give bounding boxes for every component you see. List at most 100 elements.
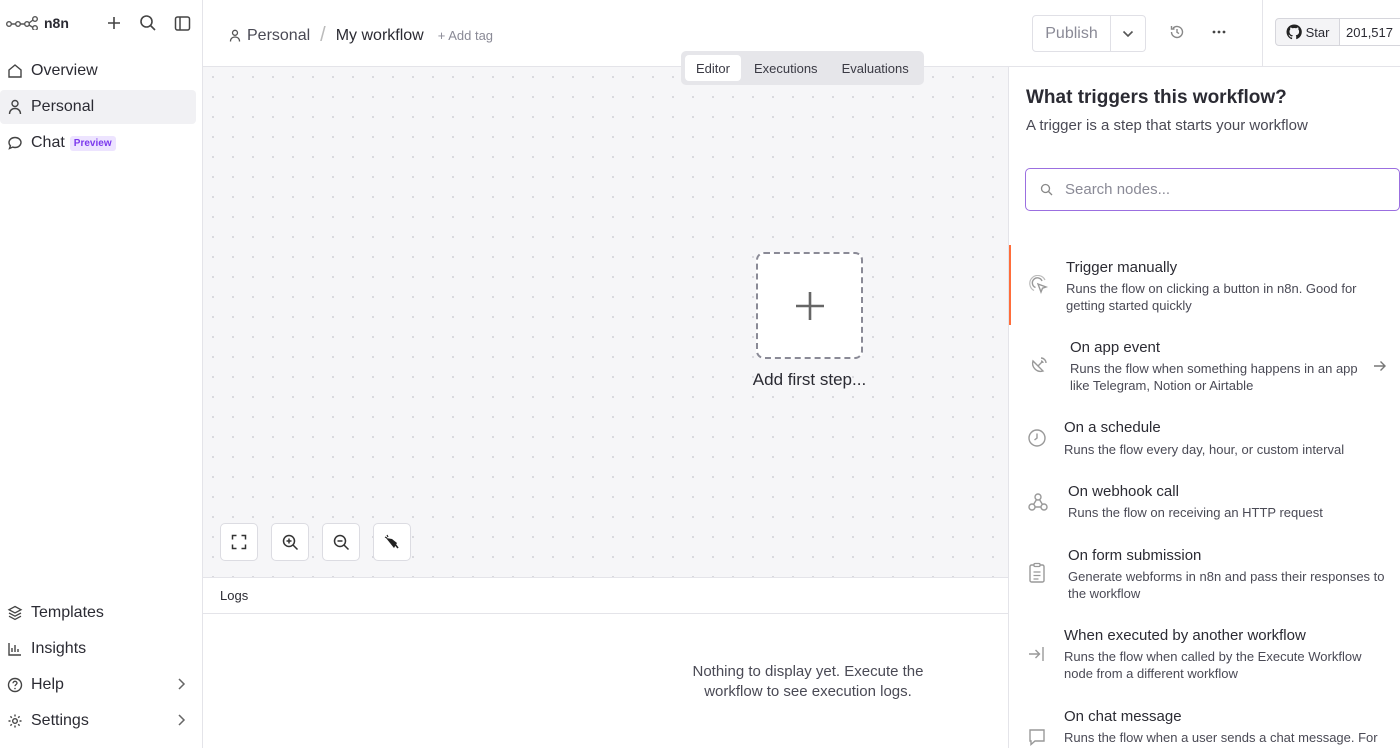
add-first-step-label: Add first step... [752, 370, 867, 389]
logs-panel: Logs Nothing to display yet. Execute the… [203, 577, 1008, 748]
search-icon [1040, 183, 1053, 196]
cursor-click-icon [1029, 275, 1049, 295]
sidebar-item-label: Insights [31, 640, 87, 657]
trigger-description: Runs the flow when a user sends a chat m… [1064, 730, 1378, 745]
sidebar-item-personal[interactable]: Personal [0, 90, 196, 124]
view-tabs: Editor Executions Evaluations [681, 51, 924, 85]
history-icon[interactable] [1169, 24, 1185, 40]
trigger-title: On webhook call [1068, 483, 1179, 500]
sidebar-item-chat[interactable]: Chat Preview [0, 126, 196, 160]
chat-icon [6, 134, 24, 152]
preview-badge: Preview [69, 135, 116, 151]
sidebar-item-help[interactable]: Help [0, 668, 196, 702]
more-options-icon[interactable] [1211, 24, 1227, 40]
trigger-item-form[interactable]: On form submission Generate webforms in … [1009, 541, 1400, 609]
sidebar-item-settings[interactable]: Settings [0, 704, 196, 738]
zoom-out-icon [333, 534, 350, 551]
templates-icon [6, 604, 24, 622]
github-star-count[interactable]: 201,517 [1339, 18, 1400, 46]
logs-empty-message: Nothing to display yet. Execute the work… [692, 663, 924, 700]
n8n-logo[interactable]: n8n [6, 15, 69, 31]
sidebar-item-label: Templates [31, 604, 104, 621]
trigger-description: Runs the flow when called by the Execute… [1064, 649, 1362, 681]
github-widget: Star 201,517 [1262, 0, 1400, 67]
trigger-item-schedule[interactable]: On a schedule Runs the flow every day, h… [1009, 411, 1400, 467]
clipboard-icon [1027, 562, 1047, 584]
trigger-title: On app event [1070, 339, 1161, 356]
tab-editor[interactable]: Editor [685, 55, 741, 81]
satellite-dish-icon [1029, 355, 1049, 375]
plus-icon [794, 290, 826, 322]
add-tag-link[interactable]: + Add tag [438, 28, 493, 43]
sidebar-item-insights[interactable]: Insights [0, 632, 196, 666]
publish-split-button: Publish [1032, 15, 1146, 52]
webhook-icon [1027, 491, 1049, 513]
home-icon [6, 62, 24, 80]
sidebar-bottom-nav: Templates Insights Help Settings [0, 596, 196, 738]
sidebar-item-label: Help [31, 676, 64, 693]
gear-icon [6, 712, 24, 730]
n8n-logo-icon [6, 16, 38, 30]
bar-chart-icon [6, 640, 24, 658]
zoom-out-button[interactable] [322, 523, 360, 561]
search-icon[interactable] [138, 13, 158, 33]
publish-dropdown-button[interactable] [1111, 16, 1145, 51]
panel-subtitle: A trigger is a step that starts your wor… [1026, 117, 1308, 134]
search-nodes-field[interactable] [1025, 168, 1400, 211]
help-icon [6, 676, 24, 694]
sidebar-item-label: Settings [31, 712, 89, 729]
sidebar-item-templates[interactable]: Templates [0, 596, 196, 630]
logs-header[interactable]: Logs [203, 578, 1008, 614]
chevron-right-icon [176, 677, 186, 691]
workflow-canvas[interactable]: Editor Executions Evaluations Add first … [203, 51, 1008, 577]
sidebar-item-label: Chat [31, 134, 65, 151]
github-icon [1286, 24, 1302, 40]
workflow-name[interactable]: My workflow [336, 27, 424, 45]
clock-icon [1027, 428, 1047, 448]
chevron-down-icon [1122, 30, 1134, 38]
broom-icon [383, 533, 401, 551]
trigger-title: When executed by another workflow [1064, 627, 1306, 644]
arrow-right-icon [1373, 359, 1387, 373]
sign-in-icon [1027, 644, 1047, 664]
trigger-title: On chat message [1064, 708, 1182, 725]
user-icon [229, 29, 241, 42]
trigger-panel: What triggers this workflow? A trigger i… [1008, 67, 1400, 748]
trigger-item-manual[interactable]: Trigger manually Runs the flow on clicki… [1009, 245, 1400, 325]
trigger-description: Runs the flow when something happens in … [1070, 361, 1358, 393]
trigger-description: Runs the flow every day, hour, or custom… [1064, 442, 1345, 457]
chevron-right-icon [176, 713, 186, 727]
app-name: n8n [44, 15, 69, 31]
tab-executions[interactable]: Executions [743, 55, 829, 81]
trigger-title: On a schedule [1064, 419, 1161, 436]
trigger-title: On form submission [1068, 547, 1202, 564]
sidebar-main-nav: Overview Personal Chat Preview [0, 54, 196, 160]
fullscreen-icon [231, 534, 247, 550]
collapse-sidebar-icon[interactable] [172, 13, 192, 33]
trigger-item-execute-workflow[interactable]: When executed by another workflow Runs t… [1009, 623, 1400, 689]
sidebar-item-overview[interactable]: Overview [0, 54, 196, 88]
breadcrumb: Personal / My workflow + Add tag [229, 24, 493, 47]
sidebar: n8n Overview Personal Chat Preview Templ… [0, 0, 203, 748]
fit-view-button[interactable] [220, 523, 258, 561]
tab-evaluations[interactable]: Evaluations [831, 55, 920, 81]
trigger-item-chat[interactable]: On chat message Runs the flow when a use… [1009, 703, 1400, 748]
trigger-item-webhook[interactable]: On webhook call Runs the flow on receivi… [1009, 475, 1400, 531]
breadcrumb-separator: / [320, 24, 326, 46]
search-nodes-input[interactable] [1065, 181, 1365, 198]
panel-title: What triggers this workflow? [1026, 87, 1287, 108]
trigger-description: Runs the flow on clicking a button in n8… [1066, 281, 1357, 313]
project-name: Personal [247, 26, 311, 44]
trigger-description: Runs the flow on receiving an HTTP reque… [1068, 505, 1323, 520]
github-star-label: Star [1305, 24, 1330, 40]
trigger-item-app-event[interactable]: On app event Runs the flow when somethin… [1009, 329, 1400, 407]
github-star-button[interactable]: Star [1275, 18, 1340, 46]
breadcrumb-project[interactable]: Personal [229, 27, 310, 45]
zoom-in-button[interactable] [271, 523, 309, 561]
tidy-up-button[interactable] [373, 523, 411, 561]
chat-bubble-icon [1027, 727, 1047, 747]
plus-icon[interactable] [104, 13, 124, 33]
zoom-in-icon [282, 534, 299, 551]
publish-button[interactable]: Publish [1033, 16, 1111, 51]
add-first-step-button[interactable] [756, 252, 863, 359]
